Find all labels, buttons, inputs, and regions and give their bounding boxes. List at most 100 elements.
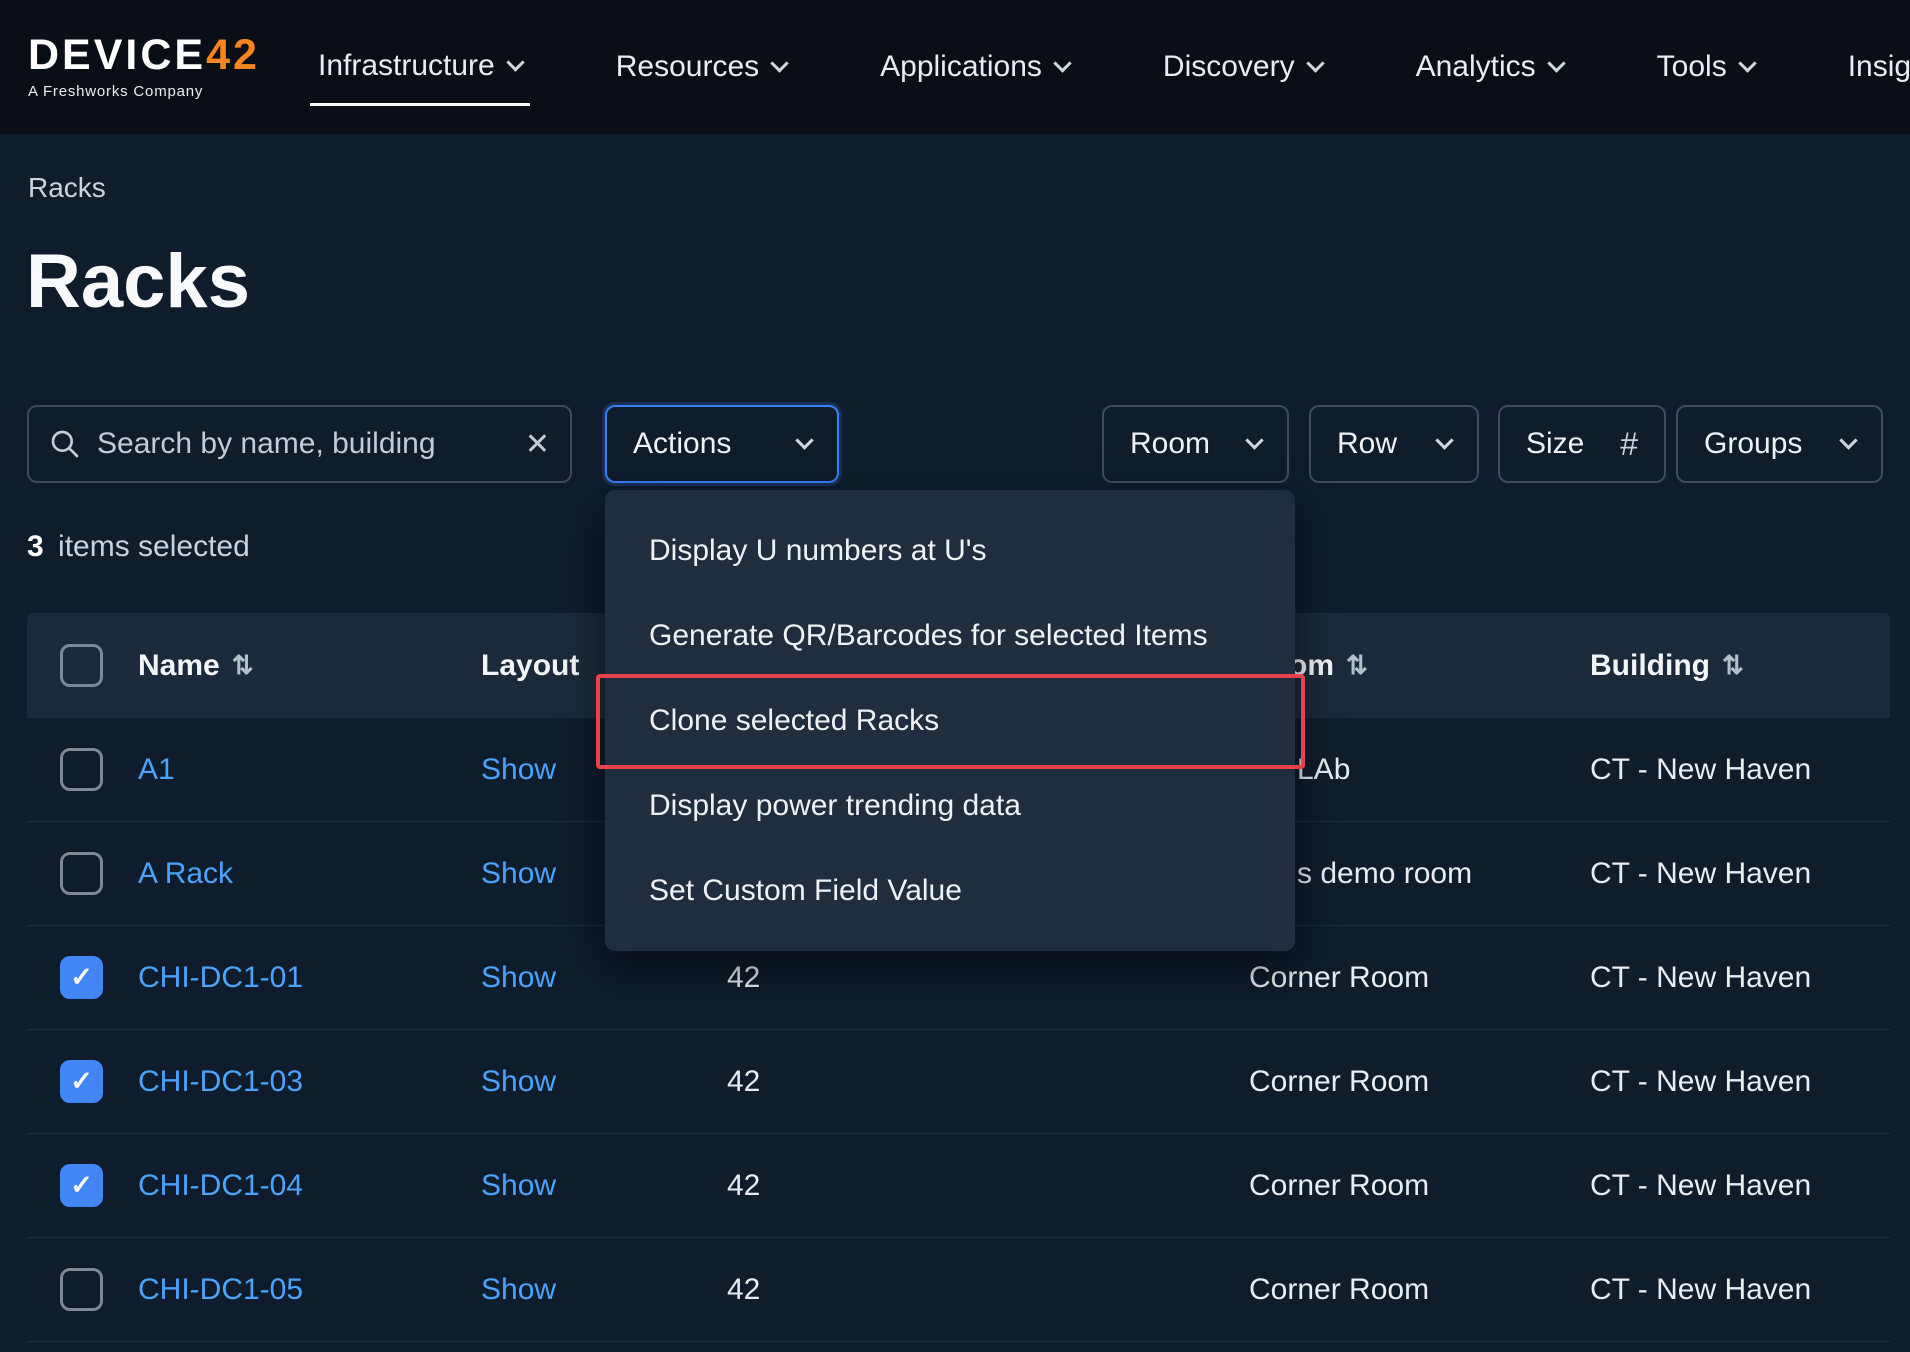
chevron-down-icon — [1738, 54, 1756, 72]
row-checkbox[interactable]: ✓ — [60, 1060, 103, 1103]
chevron-down-icon — [770, 54, 788, 72]
row-checkbox[interactable]: ✓ — [60, 1268, 103, 1311]
rack-size: 42 — [727, 961, 1249, 995]
row-checkbox-cell: ✓ — [27, 1268, 138, 1311]
actions-menu-item-clone-selected-racks[interactable]: Clone selected Racks — [605, 678, 1295, 763]
rack-name-link[interactable]: CHI-DC1-01 — [138, 961, 303, 995]
rack-room: Corner Room — [1249, 1273, 1590, 1307]
layout-show-link[interactable]: Show — [481, 1065, 556, 1099]
column-header-name[interactable]: Name⇅ — [138, 649, 481, 683]
top-navigation: DEVICE42 A Freshworks Company Infrastruc… — [0, 0, 1910, 134]
chevron-down-icon — [506, 53, 524, 71]
actions-menu-item-generate-qr-barcodes-for-selected-items[interactable]: Generate QR/Barcodes for selected Items — [605, 593, 1295, 678]
rack-name-link[interactable]: CHI-DC1-04 — [138, 1169, 303, 1203]
nav-item-applications[interactable]: Applications — [872, 30, 1077, 104]
filter-button-label: Row — [1337, 427, 1397, 461]
sort-icon[interactable]: ⇅ — [1722, 650, 1744, 681]
row-checkbox-cell: ✓ — [27, 956, 138, 999]
rack-building: CT - New Haven — [1590, 1169, 1890, 1203]
nav-item-tools[interactable]: Tools — [1649, 30, 1762, 104]
chevron-down-icon — [1435, 431, 1453, 449]
actions-menu-item-set-custom-field-value[interactable]: Set Custom Field Value — [605, 848, 1295, 933]
search-icon — [49, 428, 81, 460]
nav-item-resources[interactable]: Resources — [608, 30, 794, 104]
rack-size: 42 — [727, 1169, 1249, 1203]
layout-show-link[interactable]: Show — [481, 857, 556, 891]
rack-size: 42 — [727, 1273, 1249, 1307]
actions-menu-item-display-u-numbers-at-u-s[interactable]: Display U numbers at U's — [605, 508, 1295, 593]
checkmark-icon: ✓ — [70, 1068, 93, 1095]
nav-item-insights[interactable]: Insights+ — [1840, 30, 1910, 104]
brand-logo[interactable]: DEVICE42 A Freshworks Company — [28, 34, 268, 100]
select-all-checkbox[interactable]: ✓ — [60, 644, 103, 687]
layout-cell: Show — [481, 961, 727, 995]
actions-menu-item-display-power-trending-data[interactable]: Display power trending data — [605, 763, 1295, 848]
rack-name-link[interactable]: A1 — [138, 753, 175, 787]
filter-button-label: Room — [1130, 427, 1210, 461]
rack-name-link[interactable]: CHI-DC1-05 — [138, 1273, 303, 1307]
nav-item-label: Resources — [616, 50, 759, 84]
nav-item-label: Applications — [880, 50, 1042, 84]
hash-icon: # — [1620, 426, 1638, 463]
row-checkbox-cell: ✓ — [27, 1164, 138, 1207]
column-header-room[interactable]: Room⇅ — [1249, 649, 1590, 683]
nav-item-infrastructure[interactable]: Infrastructure — [310, 29, 530, 106]
actions-button[interactable]: Actions — [605, 405, 839, 483]
layout-cell: Show — [481, 1273, 727, 1307]
filter-button-size[interactable]: Size # — [1498, 405, 1666, 483]
row-checkbox[interactable]: ✓ — [60, 1164, 103, 1207]
layout-show-link[interactable]: Show — [481, 1273, 556, 1307]
clear-search-icon[interactable]: ✕ — [525, 427, 550, 462]
row-checkbox[interactable]: ✓ — [60, 852, 103, 895]
nav-item-analytics[interactable]: Analytics — [1408, 30, 1571, 104]
filter-button-row[interactable]: Row — [1309, 405, 1479, 483]
column-header-label: Layout — [481, 649, 579, 683]
nav-item-discovery[interactable]: Discovery — [1155, 30, 1330, 104]
search-input[interactable] — [97, 427, 509, 461]
table-row-chi-dc1-03: ✓CHI-DC1-03Show42Corner RoomCT - New Hav… — [27, 1030, 1890, 1134]
row-checkbox[interactable]: ✓ — [60, 956, 103, 999]
layout-show-link[interactable]: Show — [481, 1169, 556, 1203]
page-title: Racks — [26, 238, 250, 325]
rack-name-link[interactable]: CHI-DC1-03 — [138, 1065, 303, 1099]
layout-show-link[interactable]: Show — [481, 753, 556, 787]
breadcrumb[interactable]: Racks — [28, 172, 106, 204]
search-box: ✕ — [27, 405, 572, 483]
actions-button-label: Actions — [633, 427, 731, 461]
rack-room: LAb — [1249, 753, 1590, 787]
selection-status: 3 items selected — [27, 530, 250, 564]
layout-cell: Show — [481, 1169, 727, 1203]
brand-name-accent: 42 — [206, 31, 260, 79]
chevron-down-icon — [1245, 431, 1263, 449]
nav-item-label: Insights+ — [1848, 50, 1910, 84]
row-checkbox-cell: ✓ — [27, 852, 138, 895]
rack-room: Corner Room — [1249, 1169, 1590, 1203]
filter-button-label: Size — [1526, 427, 1584, 461]
sort-icon[interactable]: ⇅ — [1346, 650, 1368, 681]
rack-name-cell: CHI-DC1-05 — [138, 1273, 481, 1307]
rack-size: 42 — [727, 1065, 1249, 1099]
header-checkbox-cell: ✓ — [27, 644, 138, 687]
nav-item-label: Discovery — [1163, 50, 1295, 84]
chevron-down-icon — [1306, 54, 1324, 72]
brand-name-primary: DEVICE — [28, 31, 206, 79]
rack-building: CT - New Haven — [1590, 1273, 1890, 1307]
nav-item-label: Infrastructure — [318, 49, 495, 83]
brand-tagline: A Freshworks Company — [28, 83, 268, 100]
filter-button-label: Groups — [1704, 427, 1802, 461]
rack-name-cell: A Rack — [138, 857, 481, 891]
nav-item-label: Analytics — [1416, 50, 1536, 84]
selection-label: items selected — [58, 530, 250, 563]
rack-name-cell: A1 — [138, 753, 481, 787]
nav-item-label: Tools — [1657, 50, 1727, 84]
filter-button-groups[interactable]: Groups — [1676, 405, 1883, 483]
layout-show-link[interactable]: Show — [481, 961, 556, 995]
rack-building: CT - New Haven — [1590, 753, 1890, 787]
sort-icon[interactable]: ⇅ — [232, 650, 254, 681]
filter-button-room[interactable]: Room — [1102, 405, 1289, 483]
toolbar: ✕ Actions Room Row Size # Groups — [0, 405, 1910, 483]
row-checkbox[interactable]: ✓ — [60, 748, 103, 791]
column-header-building[interactable]: Building⇅ — [1590, 649, 1890, 683]
rack-name-link[interactable]: A Rack — [138, 857, 233, 891]
chevron-down-icon — [1839, 431, 1857, 449]
